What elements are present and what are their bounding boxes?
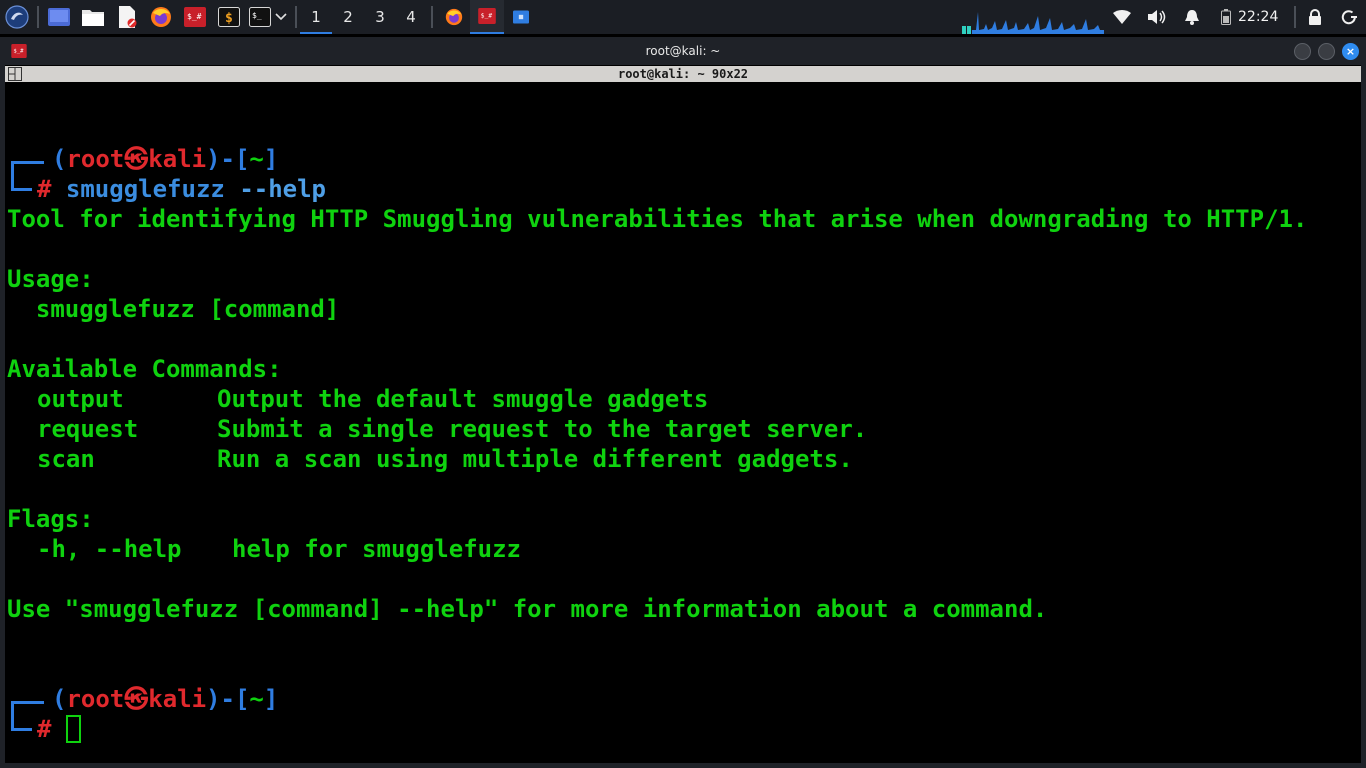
prompt-line: (root㉿kali)-[~] bbox=[52, 684, 278, 714]
svg-text:$_: $_ bbox=[252, 11, 262, 20]
battery-icon bbox=[1215, 5, 1237, 29]
prompt-at-symbol: ㉿ bbox=[124, 685, 149, 713]
commands-heading: Available Commands: bbox=[7, 355, 282, 383]
lock-icon[interactable] bbox=[1304, 5, 1326, 29]
svg-text:$_#: $_# bbox=[481, 12, 493, 20]
window-border-bottom bbox=[0, 763, 1366, 768]
prompt-open: ( bbox=[52, 145, 67, 173]
command-item-desc: Output the default smuggle gadgets bbox=[217, 385, 709, 413]
prompt-frame-bottom bbox=[11, 173, 32, 191]
panel-separator bbox=[1294, 6, 1296, 28]
prompt-close: ] bbox=[263, 145, 279, 173]
window-title: root@kali: ~ bbox=[645, 44, 721, 58]
command-args: --help bbox=[239, 175, 327, 203]
prompt-close: ] bbox=[263, 685, 279, 713]
command-item-name: request bbox=[37, 415, 139, 443]
prompt-close-dash: )-[ bbox=[206, 145, 250, 173]
input-line[interactable]: # bbox=[37, 714, 81, 744]
kali-menu-icon[interactable] bbox=[5, 5, 29, 29]
top-panel: $_# $ $_ 1 2 3 4 $_# 22:24 bbox=[0, 0, 1366, 34]
network-icon[interactable] bbox=[1111, 5, 1133, 29]
command-item-name: scan bbox=[37, 445, 95, 473]
terminal-icon[interactable]: $_ bbox=[248, 5, 272, 29]
flags-heading: Flags: bbox=[7, 505, 94, 533]
minimize-button[interactable] bbox=[1294, 43, 1311, 60]
clock[interactable]: 22:24 bbox=[1238, 0, 1278, 34]
workspace-4[interactable]: 4 bbox=[395, 0, 427, 34]
workspace-1[interactable]: 1 bbox=[300, 0, 332, 34]
prompt-hash: # bbox=[37, 715, 52, 743]
file-manager-icon[interactable] bbox=[81, 5, 105, 29]
panel-separator bbox=[295, 6, 297, 28]
chevron-down-icon[interactable] bbox=[272, 5, 290, 29]
command-item-desc: Submit a single request to the target se… bbox=[217, 415, 868, 443]
prompt-host: kali bbox=[148, 685, 207, 713]
prompt-line: (root㉿kali)-[~] bbox=[52, 144, 278, 174]
window-titlebar[interactable]: $_# root@kali: ~ × bbox=[0, 37, 1366, 65]
terminal-header: root@kali: ~ 90x22 bbox=[5, 66, 1361, 82]
prompt-open: ( bbox=[52, 685, 67, 713]
prompt-frame-bottom bbox=[11, 713, 32, 731]
prompt-user: root bbox=[66, 685, 125, 713]
bell-icon[interactable] bbox=[1181, 5, 1203, 29]
terminal-dollar-icon[interactable]: $ bbox=[217, 5, 241, 29]
task-desktop-icon[interactable] bbox=[504, 0, 538, 34]
flag-item-name: -h, --help bbox=[37, 535, 182, 563]
command-line: # smugglefuzz --help bbox=[37, 174, 326, 204]
prompt-dir: ~ bbox=[249, 685, 264, 713]
output-description: Tool for identifying HTTP Smuggling vuln… bbox=[7, 205, 1308, 233]
prompt-dir: ~ bbox=[249, 145, 264, 173]
maximize-button[interactable] bbox=[1318, 43, 1335, 60]
prompt-host: kali bbox=[148, 145, 207, 173]
terminal-output[interactable]: (root㉿kali)-[~] # smugglefuzz --help Too… bbox=[5, 83, 1361, 763]
usage-line: smugglefuzz [command] bbox=[7, 295, 340, 323]
task-terminal-icon[interactable]: $_# bbox=[470, 0, 504, 34]
panel-separator bbox=[431, 6, 433, 28]
close-button[interactable]: × bbox=[1342, 43, 1359, 60]
flag-item-desc: help for smugglefuzz bbox=[232, 535, 521, 563]
terminal-size-title: root@kali: ~ 90x22 bbox=[617, 67, 749, 81]
terminal-red-icon[interactable]: $_# bbox=[183, 5, 207, 29]
text-editor-icon[interactable] bbox=[115, 5, 139, 29]
command-item-desc: Run a scan using multiple different gadg… bbox=[217, 445, 853, 473]
workspace-2[interactable]: 2 bbox=[332, 0, 364, 34]
workspace-3[interactable]: 3 bbox=[364, 0, 396, 34]
prompt-at-symbol: ㉿ bbox=[124, 145, 149, 173]
volume-icon[interactable] bbox=[1146, 5, 1168, 29]
prompt-hash: # bbox=[37, 175, 52, 203]
output-footer: Use "smugglefuzz [command] --help" for m… bbox=[7, 595, 1048, 623]
command-item-name: output bbox=[37, 385, 124, 413]
firefox-icon[interactable] bbox=[149, 5, 173, 29]
task-firefox-icon[interactable] bbox=[437, 0, 471, 34]
power-icon[interactable] bbox=[1338, 5, 1360, 29]
command-name: smugglefuzz bbox=[65, 175, 225, 203]
prompt-close-dash: )-[ bbox=[206, 685, 250, 713]
close-icon: × bbox=[1345, 45, 1356, 58]
svg-text:$_#: $_# bbox=[187, 12, 202, 21]
usage-heading: Usage: bbox=[7, 265, 94, 293]
desktop-icon[interactable] bbox=[47, 5, 71, 29]
text-cursor bbox=[65, 715, 81, 743]
panel-separator bbox=[37, 6, 39, 28]
svg-text:$: $ bbox=[225, 11, 233, 26]
prompt-user: root bbox=[66, 145, 125, 173]
cpu-graph bbox=[962, 12, 1104, 34]
window-border-right bbox=[1361, 37, 1366, 768]
